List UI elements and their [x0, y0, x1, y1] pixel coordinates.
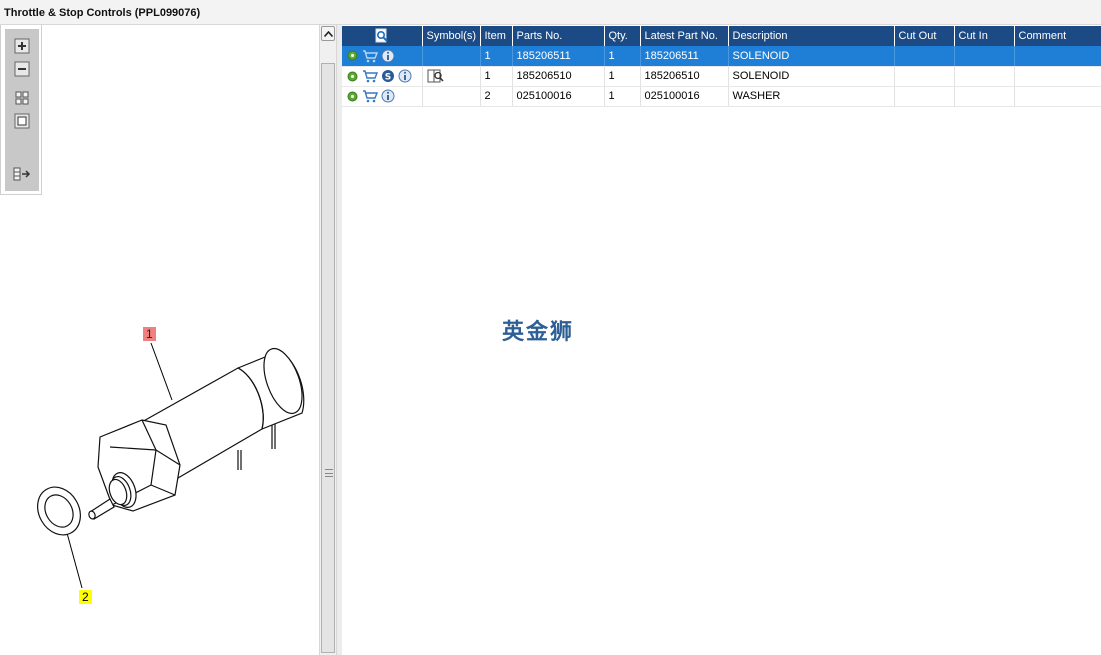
cell-cut-in	[954, 66, 1015, 87]
row-actions: S	[342, 66, 423, 87]
fit-all-button[interactable]	[13, 89, 31, 107]
cell-description: SOLENOID	[728, 46, 895, 67]
header-item[interactable]: Item	[480, 26, 513, 46]
callout-item-2[interactable]: 2	[79, 590, 92, 604]
leader-line-1	[150, 342, 173, 401]
info-icon[interactable]	[381, 49, 395, 63]
cell-latest-part-no[interactable]: 185206510	[640, 66, 729, 87]
title-bar: Throttle & Stop Controls (PPL099076)	[0, 0, 1101, 25]
header-actions[interactable]	[342, 26, 423, 46]
chevron-up-icon	[323, 30, 333, 37]
cell-part-no[interactable]: 185206511	[512, 46, 605, 67]
cart-icon[interactable]	[362, 69, 378, 83]
cell-cut-in	[954, 46, 1015, 67]
cell-part-no[interactable]: 185206510	[512, 66, 605, 87]
cell-description: SOLENOID	[728, 66, 895, 87]
cell-item: 2	[480, 86, 513, 107]
watermark-text: 英金狮	[502, 320, 575, 345]
row-symbols	[422, 86, 481, 107]
cell-cut-out	[894, 66, 955, 87]
header-latest-part-no[interactable]: Latest Part No.	[640, 26, 729, 46]
cell-comment	[1014, 66, 1101, 87]
scroll-grip	[325, 469, 333, 477]
header-cut-out[interactable]: Cut Out	[894, 26, 955, 46]
leader-line-2	[66, 532, 83, 589]
gear-icon[interactable]	[346, 90, 359, 103]
cell-item: 1	[480, 46, 513, 67]
cell-part-no[interactable]: 025100016	[512, 86, 605, 107]
solenoid-illustration	[88, 347, 305, 520]
s-badge-icon[interactable]: S	[381, 69, 395, 83]
drawing-scrollbar[interactable]	[319, 25, 337, 655]
row-symbols	[422, 66, 481, 87]
cell-qty: 1	[604, 66, 641, 87]
book-search-icon[interactable]	[427, 69, 445, 83]
scroll-thumb[interactable]	[321, 63, 335, 653]
magnify-document-icon	[375, 28, 388, 43]
header-description[interactable]: Description	[728, 26, 895, 46]
scroll-up-button[interactable]	[321, 26, 335, 41]
table-row[interactable]: S 1 185206510 1 185206510 SOLENOID	[342, 66, 1101, 87]
header-cut-in[interactable]: Cut In	[954, 26, 1015, 46]
cell-latest-part-no[interactable]: 025100016	[640, 86, 729, 107]
callout-item-1[interactable]: 1	[143, 327, 156, 341]
gear-icon[interactable]	[346, 70, 359, 83]
zoom-out-button[interactable]	[13, 60, 31, 78]
cell-qty: 1	[604, 46, 641, 67]
cell-cut-out	[894, 46, 955, 67]
cell-cut-out	[894, 86, 955, 107]
row-actions	[342, 86, 423, 107]
parts-table: Symbol(s) Item Parts No. Qty. Latest Par…	[342, 26, 1101, 107]
export-button[interactable]	[13, 165, 31, 183]
gear-icon[interactable]	[346, 49, 359, 62]
cell-item: 1	[480, 66, 513, 87]
zoom-out-icon	[14, 61, 30, 77]
table-header-row: Symbol(s) Item Parts No. Qty. Latest Par…	[342, 26, 1101, 46]
info-icon[interactable]	[381, 89, 395, 103]
washer-illustration	[37, 486, 81, 536]
cell-comment	[1014, 46, 1101, 67]
zoom-toolbar	[0, 25, 42, 195]
svg-text:S: S	[385, 73, 391, 83]
parts-list-pane: Symbol(s) Item Parts No. Qty. Latest Par…	[342, 26, 1101, 655]
header-comment[interactable]: Comment	[1014, 26, 1101, 46]
header-parts-no[interactable]: Parts No.	[512, 26, 605, 46]
cell-latest-part-no[interactable]: 185206511	[640, 46, 729, 67]
parts-drawing[interactable]	[0, 25, 319, 655]
fit-window-button[interactable]	[13, 112, 31, 130]
table-row[interactable]: 2 025100016 1 025100016 WASHER	[342, 86, 1101, 107]
zoom-in-icon	[14, 38, 30, 54]
drawing-pane[interactable]: 1 2	[0, 25, 319, 655]
table-row[interactable]: 1 185206511 1 185206511 SOLENOID	[342, 46, 1101, 67]
row-symbols	[422, 46, 481, 67]
window-title: Throttle & Stop Controls (PPL099076)	[4, 7, 201, 19]
cell-cut-in	[954, 86, 1015, 107]
cart-icon[interactable]	[362, 89, 378, 103]
header-qty[interactable]: Qty.	[604, 26, 641, 46]
zoom-in-button[interactable]	[13, 37, 31, 55]
zoom-toolbar-panel	[5, 29, 39, 191]
info-icon[interactable]	[398, 69, 412, 83]
export-icon	[13, 167, 31, 181]
cell-description: WASHER	[728, 86, 895, 107]
header-symbols[interactable]: Symbol(s)	[422, 26, 481, 46]
cell-comment	[1014, 86, 1101, 107]
row-actions	[342, 46, 423, 67]
fit-all-icon	[15, 91, 29, 105]
fit-window-icon	[14, 113, 30, 129]
cell-qty: 1	[604, 86, 641, 107]
cart-icon[interactable]	[362, 49, 378, 63]
